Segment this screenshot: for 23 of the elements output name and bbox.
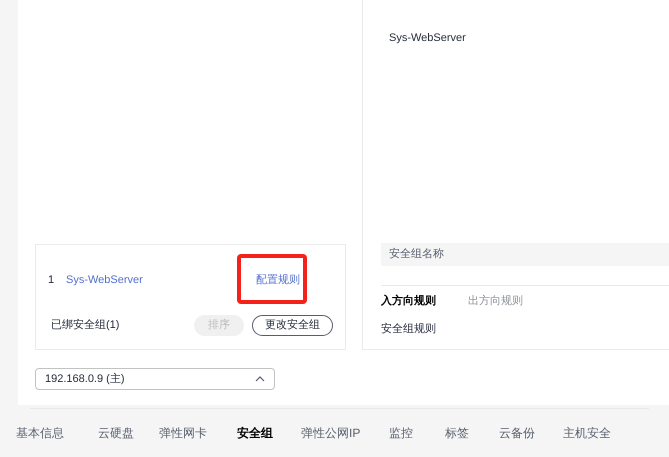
chevron-up-icon [255, 376, 265, 382]
card-title: 已绑安全组(1) [50, 318, 120, 333]
configure-rules-link[interactable]: 配置规则 [256, 274, 300, 286]
highlight-frame [237, 254, 307, 304]
tab[interactable]: 标签 [445, 424, 469, 442]
direction-tab[interactable]: 入方向规则 [381, 292, 436, 310]
change-group-button[interactable]: 更改安全组 [252, 314, 333, 336]
tab[interactable]: 监控 [389, 424, 413, 442]
group-name: Sys-WebServer [389, 32, 466, 44]
tab[interactable]: 安全组 [237, 424, 273, 442]
nic-select[interactable]: 192.168.0.9 (主) [35, 368, 275, 390]
tab[interactable]: 云硬盘 [98, 424, 134, 442]
panel-title: 安全组规则 [381, 323, 436, 335]
select-value: 192.168.0.9 (主) [45, 372, 124, 387]
tab[interactable]: 基本信息 [16, 424, 64, 442]
list-header: 安全组名称 [381, 243, 669, 266]
tab[interactable]: 云备份 [499, 424, 535, 442]
tab[interactable]: 弹性网卡 [159, 424, 207, 442]
row-index: 1 [48, 272, 56, 288]
group-link[interactable]: Sys-WebServer [66, 272, 256, 288]
direction-tab[interactable]: 出方向规则 [468, 292, 523, 310]
tab[interactable]: 弹性公网IP [301, 424, 360, 442]
tab[interactable]: 主机安全 [563, 424, 611, 442]
